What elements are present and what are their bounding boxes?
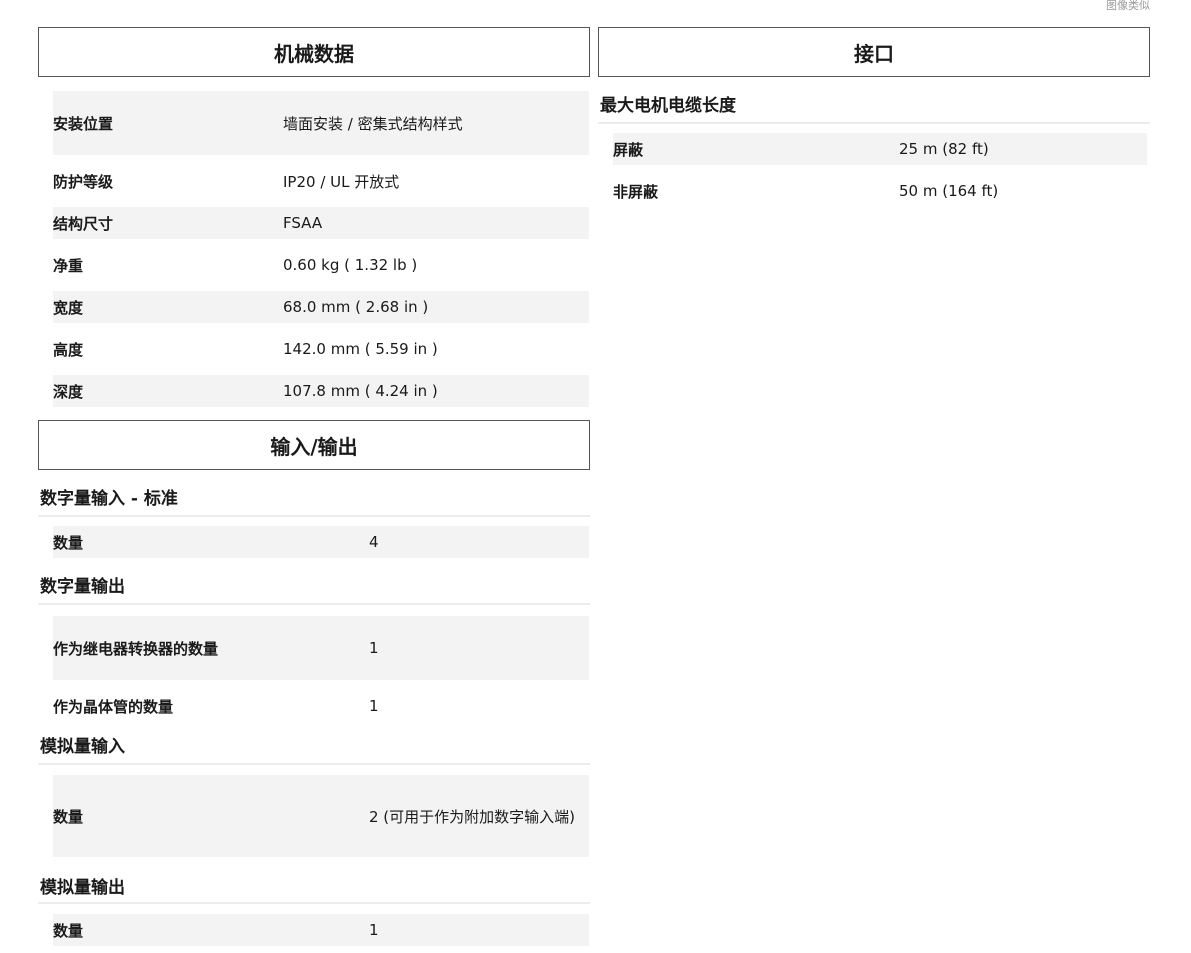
section-title-mechanical: 机械数据 — [38, 27, 590, 77]
row-label: 宽度 — [53, 298, 84, 317]
table-row: 屏蔽 25 m (82 ft) — [613, 133, 1147, 165]
section-title-interface: 接口 — [598, 27, 1150, 77]
row-value: IP20 / UL 开放式 — [283, 172, 400, 191]
row-value: FSAA — [283, 214, 323, 232]
row-value: 1 — [369, 921, 379, 939]
subheading-digital-input: 数字量输入 - 标准 — [38, 486, 590, 517]
row-label: 数量 — [53, 533, 84, 552]
table-row: 深度 107.8 mm ( 4.24 in ) — [53, 375, 589, 407]
subheading-max-motor-cable-length: 最大电机电缆长度 — [598, 91, 1150, 124]
table-row: 数量 4 — [53, 526, 589, 558]
table-row: 高度 142.0 mm ( 5.59 in ) — [53, 323, 589, 375]
subheading-digital-output: 数字量输出 — [38, 572, 590, 605]
row-value: 25 m (82 ft) — [899, 140, 989, 158]
row-value: 墙面安装 / 密集式结构样式 — [283, 114, 463, 133]
analog-input-table: 数量 2 (可用于作为附加数字输入端) — [53, 775, 589, 857]
row-label: 数量 — [53, 921, 84, 940]
table-row: 作为继电器转换器的数量 1 — [53, 616, 589, 680]
row-value: 0.60 kg ( 1.32 lb ) — [283, 256, 418, 274]
table-row: 宽度 68.0 mm ( 2.68 in ) — [53, 291, 589, 323]
analog-output-table: 数量 1 — [53, 914, 589, 946]
row-value: 107.8 mm ( 4.24 in ) — [283, 382, 438, 400]
left-column: 机械数据 安装位置 墙面安装 / 密集式结构样式 防护等级 IP20 / UL … — [38, 27, 590, 946]
row-value: 1 — [369, 639, 379, 657]
row-label: 净重 — [53, 256, 84, 275]
row-label: 防护等级 — [53, 172, 114, 191]
row-value: 50 m (164 ft) — [899, 182, 999, 200]
row-value: 1 — [369, 697, 379, 715]
row-label: 数量 — [53, 807, 84, 826]
row-value: 4 — [369, 533, 379, 551]
row-label: 作为晶体管的数量 — [53, 697, 174, 716]
row-label: 作为继电器转换器的数量 — [53, 639, 219, 658]
subheading-analog-input: 模拟量输入 — [38, 732, 590, 765]
row-label: 结构尺寸 — [53, 214, 114, 233]
row-value: 142.0 mm ( 5.59 in ) — [283, 340, 438, 358]
row-label: 安装位置 — [53, 114, 114, 133]
row-label: 非屏蔽 — [613, 182, 659, 201]
table-row: 作为晶体管的数量 1 — [53, 680, 589, 732]
digital-output-table: 作为继电器转换器的数量 1 作为晶体管的数量 1 — [53, 616, 589, 732]
row-label: 高度 — [53, 340, 84, 359]
row-value: 68.0 mm ( 2.68 in ) — [283, 298, 429, 316]
table-row: 防护等级 IP20 / UL 开放式 — [53, 155, 589, 207]
right-column: 接口 最大电机电缆长度 屏蔽 25 m (82 ft) 非屏蔽 50 m (16… — [598, 27, 1150, 217]
digital-input-table: 数量 4 — [53, 526, 589, 558]
motor-cable-table: 屏蔽 25 m (82 ft) 非屏蔽 50 m (164 ft) — [613, 133, 1147, 217]
table-row: 数量 2 (可用于作为附加数字输入端) — [53, 775, 589, 857]
table-row: 数量 1 — [53, 914, 589, 946]
row-value: 2 (可用于作为附加数字输入端) — [369, 807, 576, 826]
row-label: 屏蔽 — [613, 140, 644, 159]
table-row: 安装位置 墙面安装 / 密集式结构样式 — [53, 91, 589, 155]
mechanical-table: 安装位置 墙面安装 / 密集式结构样式 防护等级 IP20 / UL 开放式 结… — [53, 91, 589, 407]
section-title-io: 输入/输出 — [38, 420, 590, 470]
table-row: 净重 0.60 kg ( 1.32 lb ) — [53, 239, 589, 291]
subheading-analog-output: 模拟量输出 — [38, 873, 590, 904]
table-row: 结构尺寸 FSAA — [53, 207, 589, 239]
row-label: 深度 — [53, 382, 84, 401]
table-row: 非屏蔽 50 m (164 ft) — [613, 165, 1147, 217]
image-similar-note: 图像类似 — [1106, 0, 1150, 12]
